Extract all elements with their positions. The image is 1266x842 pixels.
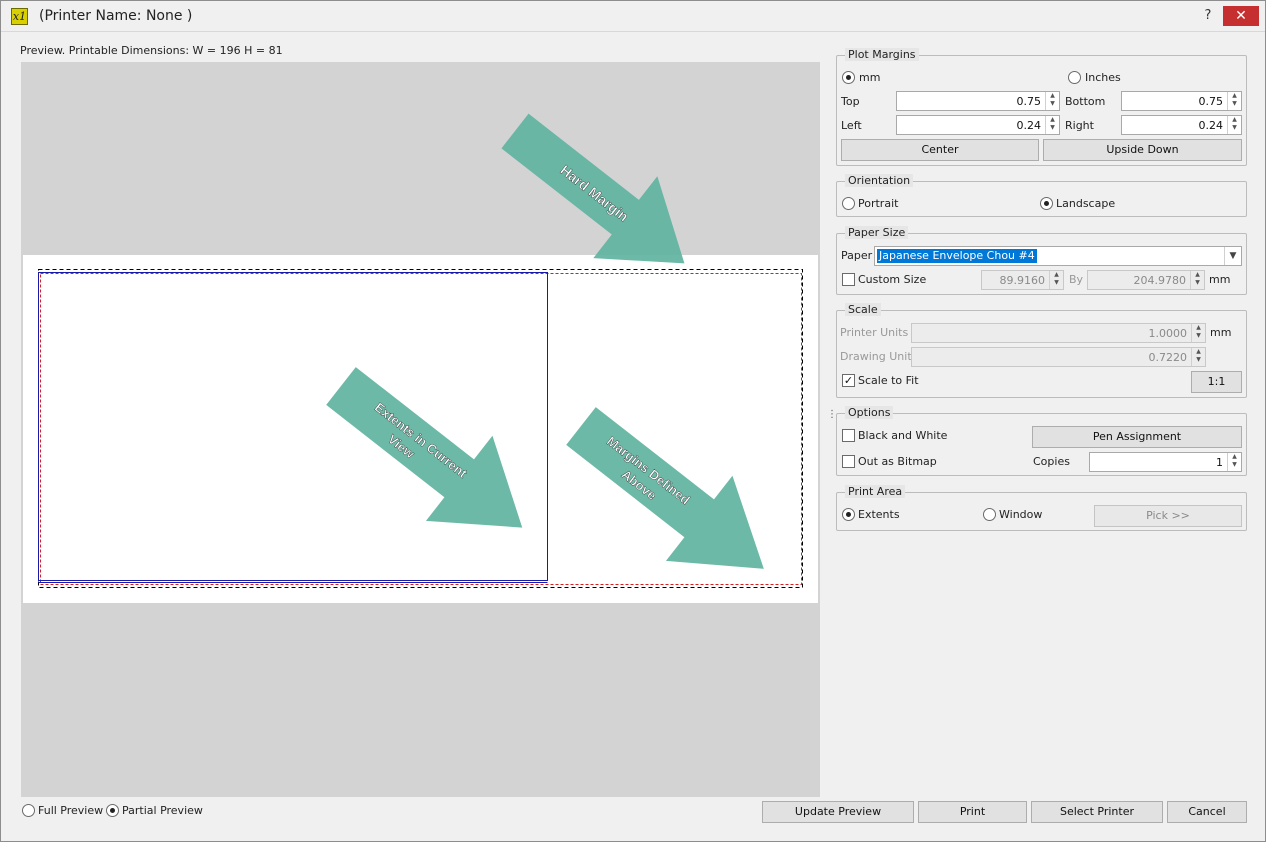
top-margin-label: Top	[841, 95, 860, 108]
margins-arrow: Margins Defined Above	[566, 407, 764, 569]
spin-arrows-icon[interactable]: ▲ ▼	[1045, 116, 1059, 134]
custom-width-value: 89.9160	[999, 274, 1046, 287]
extents-radio[interactable]	[842, 508, 855, 521]
paper-label: Paper	[841, 249, 873, 262]
drawing-units-label: Drawing Units	[840, 350, 918, 363]
top-margin-value: 0.75	[1016, 95, 1042, 108]
unit-mm-radio[interactable]	[842, 71, 855, 84]
unit-inches-radio[interactable]	[1068, 71, 1081, 84]
unit-inches-label: Inches	[1085, 71, 1121, 84]
portrait-label: Portrait	[858, 197, 899, 210]
upside-down-button[interactable]: Upside Down	[1043, 139, 1242, 161]
right-margin-value: 0.24	[1198, 119, 1224, 132]
copies-value: 1	[1216, 456, 1223, 469]
custom-height-field[interactable]: 204.9780 ▲ ▼	[1087, 270, 1205, 290]
custom-width-field[interactable]: 89.9160 ▲ ▼	[981, 270, 1064, 290]
select-printer-button[interactable]: Select Printer	[1031, 801, 1163, 823]
landscape-radio[interactable]	[1040, 197, 1053, 210]
preview-overlay: Hard Margin Extents in Current View Marg…	[38, 113, 803, 588]
spin-arrows-icon[interactable]: ▲ ▼	[1190, 271, 1204, 289]
copies-field[interactable]: 1 ▲ ▼	[1089, 452, 1242, 472]
custom-size-unit: mm	[1209, 273, 1231, 286]
by-label: By	[1069, 273, 1084, 286]
right-margin-label: Right	[1065, 119, 1094, 132]
out-as-bitmap-label: Out as Bitmap	[858, 455, 937, 468]
landscape-label: Landscape	[1056, 197, 1116, 210]
cancel-button[interactable]: Cancel	[1167, 801, 1247, 823]
help-button[interactable]: ?	[1198, 6, 1218, 26]
partial-preview-label: Partial Preview	[122, 804, 203, 817]
left-margin-label: Left	[841, 119, 862, 132]
bottom-margin-field[interactable]: 0.75 ▲ ▼	[1121, 91, 1242, 111]
right-margin-field[interactable]: 0.24 ▲ ▼	[1121, 115, 1242, 135]
custom-height-value: 204.9780	[1133, 274, 1187, 287]
extents-rectangle	[38, 272, 548, 581]
printer-units-label: Printer Units	[840, 326, 909, 339]
spin-arrows-icon[interactable]: ▲ ▼	[1045, 92, 1059, 110]
spin-arrows-icon[interactable]: ▲ ▼	[1227, 92, 1241, 110]
window-radio[interactable]	[983, 508, 996, 521]
spin-arrows-icon[interactable]: ▲ ▼	[1191, 348, 1205, 366]
print-button[interactable]: Print	[918, 801, 1027, 823]
window-label: Window	[999, 508, 1043, 521]
top-margin-field[interactable]: 0.75 ▲ ▼	[896, 91, 1060, 111]
partial-preview-radio[interactable]	[106, 804, 119, 817]
drawing-units-value: 0.7220	[1148, 351, 1188, 364]
print-dialog: x1 (Printer Name: None ) ? ✕ Preview. Pr…	[0, 0, 1266, 842]
plot-margins-title: Plot Margins	[845, 48, 919, 61]
center-button[interactable]: Center	[841, 139, 1039, 161]
pick-button[interactable]: Pick >>	[1094, 505, 1242, 527]
out-as-bitmap-checkbox[interactable]	[842, 455, 855, 468]
full-preview-label: Full Preview	[38, 804, 104, 817]
bottom-margin-value: 0.75	[1198, 95, 1224, 108]
full-preview-radio[interactable]	[22, 804, 35, 817]
portrait-radio[interactable]	[842, 197, 855, 210]
ratio-1-1-button[interactable]: 1:1	[1191, 371, 1242, 393]
scale-title: Scale	[845, 303, 881, 316]
black-white-label: Black and White	[858, 429, 948, 442]
copies-label: Copies	[1033, 455, 1070, 468]
paper-select[interactable]: Japanese Envelope Chou #4 ▼	[874, 246, 1242, 266]
spin-arrows-icon[interactable]: ▲ ▼	[1227, 453, 1241, 471]
update-preview-button[interactable]: Update Preview	[762, 801, 914, 823]
print-area-title: Print Area	[845, 485, 906, 498]
unit-mm-label: mm	[859, 71, 881, 84]
spin-arrows-icon[interactable]: ▲ ▼	[1049, 271, 1063, 289]
scale-to-fit-checkbox[interactable]: ✓	[842, 374, 855, 387]
splitter-handle[interactable]: ⋮	[827, 410, 837, 427]
pen-assignment-button[interactable]: Pen Assignment	[1032, 426, 1242, 448]
checkmark-icon: ✓	[843, 374, 854, 387]
bottom-margin-label: Bottom	[1065, 95, 1106, 108]
drawing-units-field[interactable]: 0.7220 ▲ ▼	[911, 347, 1206, 367]
spin-arrows-icon[interactable]: ▲ ▼	[1191, 324, 1205, 342]
printer-units-suffix: mm	[1210, 326, 1232, 339]
options-title: Options	[845, 406, 894, 419]
left-margin-field[interactable]: 0.24 ▲ ▼	[896, 115, 1060, 135]
scale-to-fit-label: Scale to Fit	[858, 374, 919, 387]
left-margin-value: 0.24	[1016, 119, 1042, 132]
close-button[interactable]: ✕	[1223, 6, 1259, 26]
spin-arrows-icon[interactable]: ▲ ▼	[1227, 116, 1241, 134]
chevron-down-icon[interactable]: ▼	[1224, 247, 1241, 265]
paper-selected-value: Japanese Envelope Chou #4	[877, 249, 1037, 263]
extents-label: Extents	[858, 508, 900, 521]
orientation-title: Orientation	[845, 174, 914, 187]
black-white-checkbox[interactable]	[842, 429, 855, 442]
extents-arrow: Extents in Current View	[326, 367, 523, 528]
custom-size-checkbox[interactable]	[842, 273, 855, 286]
printer-units-field[interactable]: 1.0000 ▲ ▼	[911, 323, 1206, 343]
custom-size-label: Custom Size	[858, 273, 927, 286]
printer-units-value: 1.0000	[1148, 327, 1188, 340]
paper-size-title: Paper Size	[845, 226, 909, 239]
